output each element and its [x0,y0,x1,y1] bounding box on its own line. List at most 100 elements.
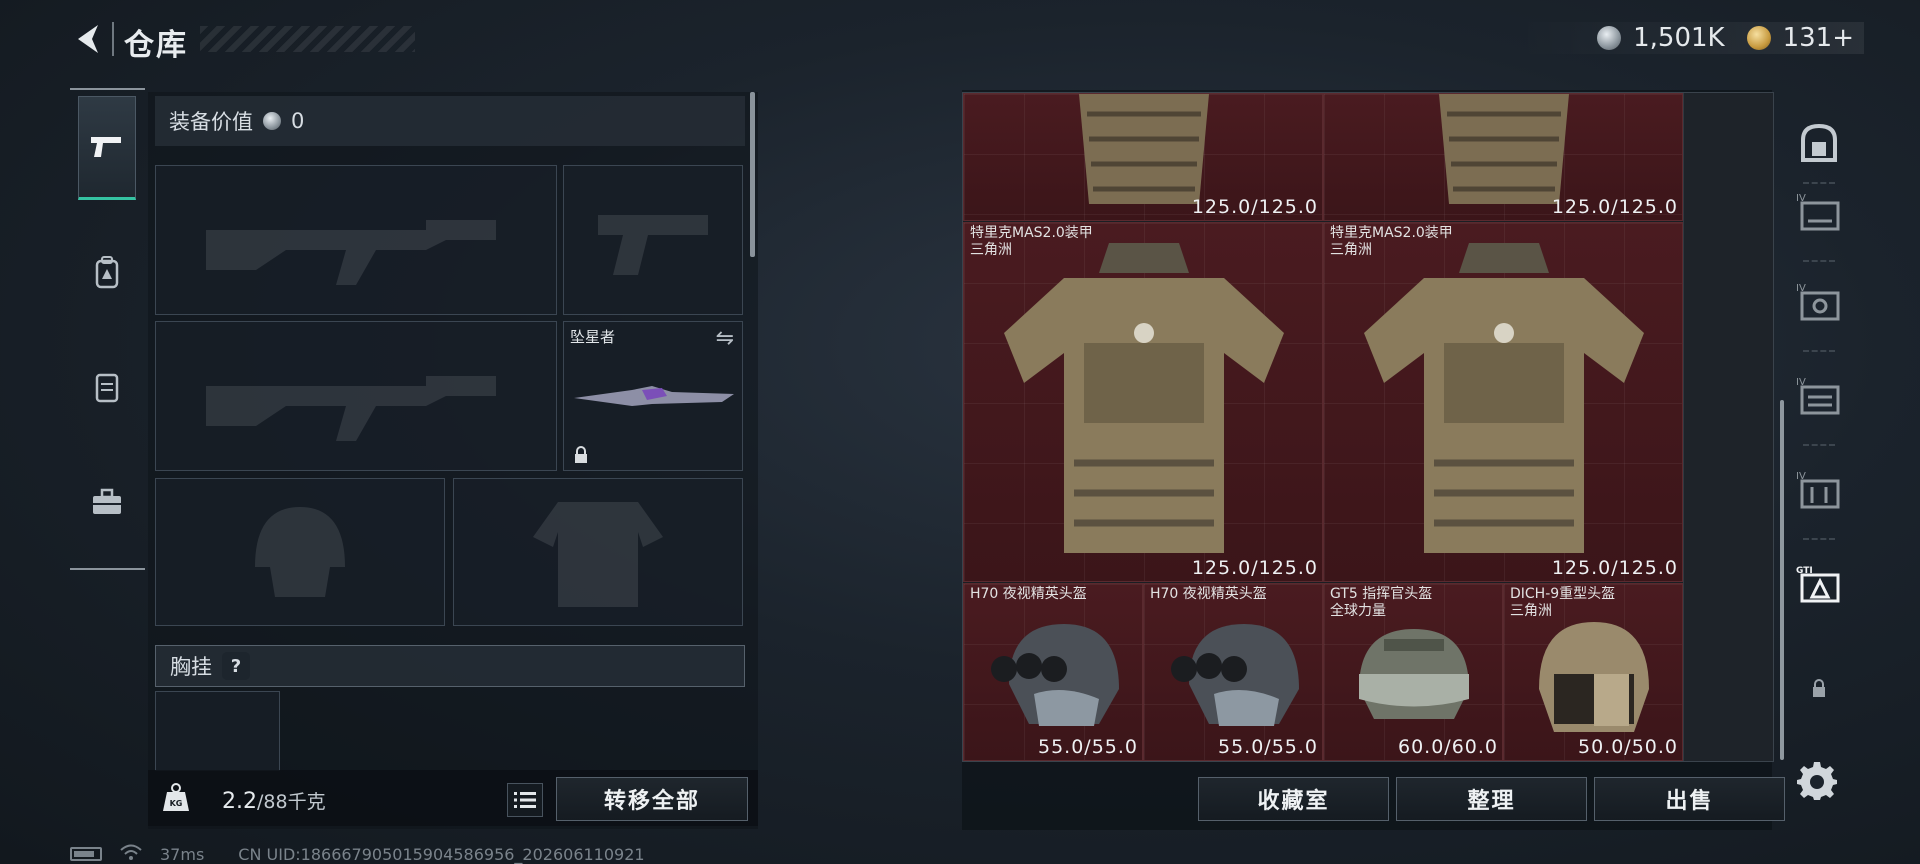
equipment-value: 0 [291,109,305,133]
divider [1803,350,1835,352]
weight-icon: KG [163,783,189,811]
body-armor-image [1004,243,1284,553]
item-name-block: 特里克MAS2.0装甲 三角洲 [970,225,1093,259]
chest-rig-header: 胸挂 ? [155,645,745,687]
armor-slot[interactable] [453,478,743,626]
sell-button[interactable]: 出售 [1594,777,1785,821]
case-tab-3[interactable]: IV [1795,372,1843,420]
chest-rig-label: 胸挂 [170,655,212,679]
container-sidebar: IV IV IV IV GTI [1785,110,1853,750]
stash-item[interactable]: 125.0/125.0 [1323,93,1683,221]
currency-bar: 1,501K 131+ [1517,22,1864,54]
equipment-value-bar: 装备价值 0 [155,96,745,146]
equipment-value-label: 装备价值 [169,110,253,134]
tab-backpack[interactable] [78,220,136,324]
stash-item[interactable]: 125.0/125.0 [963,93,1323,221]
item-name-block: GT5 指挥官头盔 全球力量 [1330,586,1432,620]
tier4-case-icon: IV [1796,193,1840,231]
help-button[interactable]: ? [222,652,250,680]
case-tab-2[interactable]: IV [1795,278,1843,326]
helmet-silhouette-icon [255,507,345,597]
item-durability: 60.0/60.0 [1397,736,1498,758]
commander-helmet-image [1359,629,1469,719]
transfer-all-button[interactable]: 转移全部 [556,777,748,821]
collection-room-button[interactable]: 收藏室 [1198,777,1389,821]
title-decoration [200,26,415,52]
organize-button[interactable]: 整理 [1396,777,1587,821]
svg-text:KG: KG [170,799,183,808]
item-subtitle: 全球力量 [1330,603,1386,619]
carry-weight: 2.2/88千克 [222,787,326,814]
back-arrow-icon[interactable] [72,22,106,56]
page-title: 仓库 [124,28,188,63]
armor-bottom-image [1439,94,1569,204]
case-tab-4[interactable]: IV [1795,466,1843,514]
toolbox-icon [93,488,121,514]
carry-weight-current: 2.2 [222,789,257,814]
stash-item[interactable]: H70 夜视精英头盔 55.0/55.0 [963,583,1143,761]
locked-case-tab[interactable] [1795,664,1843,712]
stash-item[interactable]: 特里克MAS2.0装甲 三角洲 125.0/125.0 [963,222,1323,582]
item-subtitle: 三角洲 [1510,603,1552,619]
case-tab-1[interactable]: IV [1795,188,1843,236]
item-durability: 125.0/125.0 [1551,196,1678,218]
stash-item[interactable]: DICH-9重型头盔 三角洲 50.0/50.0 [1503,583,1683,761]
item-durability: 50.0/50.0 [1577,736,1678,758]
backpack-icon [95,256,119,289]
divider [1803,444,1835,446]
helmet-slot[interactable] [155,478,445,626]
stash-item[interactable]: H70 夜视精英头盔 55.0/55.0 [1143,583,1323,761]
secondary-weapon-slot[interactable] [155,321,557,471]
title-divider [112,22,114,56]
tab-chest-rig[interactable] [78,335,136,439]
night-vision-helmet-image [991,624,1119,726]
chest-rig-slot[interactable] [155,691,280,771]
night-vision-helmet-image [1171,624,1299,726]
item-name: DICH-9重型头盔 [1510,586,1616,602]
item-durability: 125.0/125.0 [1191,196,1318,218]
lock-icon [1813,679,1825,697]
armor-silhouette-icon [533,502,663,607]
silver-coin-icon [263,112,281,130]
player-uid: CN UID:1866679050159045869​56_2026061109… [238,844,645,864]
loadout-scrollbar[interactable] [750,92,755,257]
rifle-silhouette-icon [206,220,496,285]
tier4-case-icon: IV [1796,377,1840,415]
item-name: GT5 指挥官头盔 [1330,586,1433,602]
sidearm-slot[interactable] [563,165,743,315]
tab-toolbox[interactable] [78,450,136,554]
carry-weight-max: /88千克 [257,791,326,813]
stash-item[interactable]: 特里克MAS2.0装甲 三角洲 125.0/125.0 [1323,222,1683,582]
pistol-icon [91,137,121,157]
item-durability: 55.0/55.0 [1217,736,1318,758]
battery-icon [70,847,102,861]
wifi-icon [120,844,142,864]
case-tab-gti-active[interactable]: GTI [1795,560,1843,608]
item-name: H70 夜视精英头盔 [1150,586,1267,602]
stash-scrollbar[interactable] [1780,400,1784,760]
safe-box-tab[interactable] [1795,118,1843,166]
melee-weapon-name: 坠星者 [570,328,616,346]
body-armor-image [1364,243,1644,553]
item-name: 特里克MAS2.0装甲 [970,225,1093,241]
tier4-case-icon: IV [1796,283,1840,321]
item-name-block: DICH-9重型头盔 三角洲 [1510,586,1615,620]
item-durability: 125.0/125.0 [1551,557,1678,579]
primary-weapon-slot[interactable] [155,165,557,315]
gold-amount[interactable]: 131+ [1783,23,1854,53]
divider [1803,182,1835,184]
item-durability: 55.0/55.0 [1037,736,1138,758]
silver-coin-icon [1597,26,1622,50]
knife-icon [574,386,734,406]
list-icon [514,792,536,808]
swap-icon[interactable]: ⇋ [716,326,734,351]
list-view-button[interactable] [507,783,543,817]
item-name-block: 特里克MAS2.0装甲 三角洲 [1330,225,1453,259]
silver-amount: 1,501K [1633,23,1725,53]
settings-gear-icon[interactable] [1797,760,1837,800]
tab-weapons[interactable] [78,96,136,200]
pistol-silhouette-icon [598,215,708,275]
armor-bottom-image [1079,94,1209,204]
melee-slot[interactable]: 坠星者 ⇋ [563,321,743,471]
stash-item[interactable]: GT5 指挥官头盔 全球力量 60.0/60.0 [1323,583,1503,761]
